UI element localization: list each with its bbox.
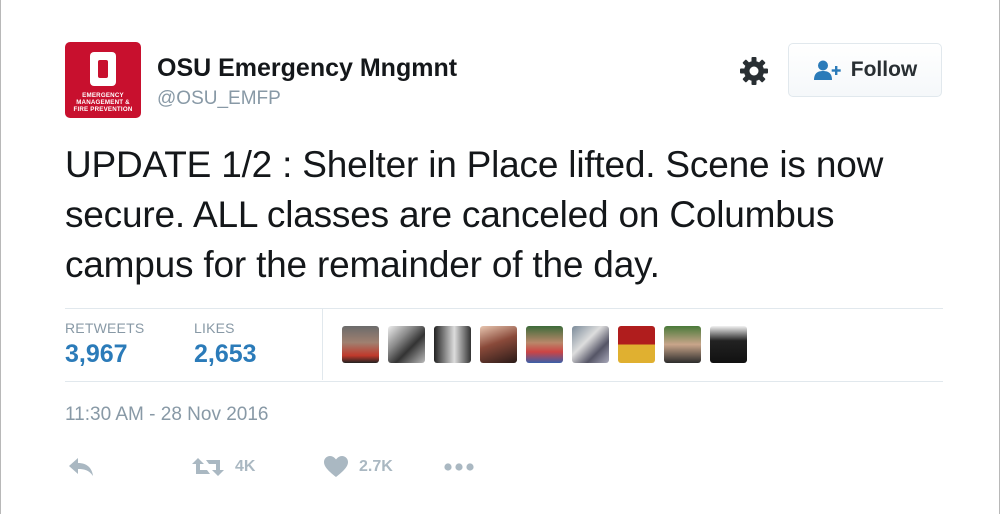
avatar-logo-text: EMERGENCY MANAGEMENT & FIRE PREVENTION	[73, 92, 133, 113]
likers-avatar-row	[342, 326, 747, 363]
retweets-count[interactable]: 3,967	[65, 340, 128, 369]
heart-icon	[324, 456, 348, 477]
retweets-label[interactable]: RETWEETS	[65, 320, 144, 336]
more-dots-icon	[444, 463, 474, 471]
stats-vertical-divider	[322, 309, 323, 380]
liker-avatar-8[interactable]	[664, 326, 701, 363]
liker-avatar-2[interactable]	[388, 326, 425, 363]
follow-button[interactable]: Follow	[788, 43, 942, 97]
follow-label: Follow	[850, 58, 918, 81]
tweet-text: UPDATE 1/2 : Shelter in Place lifted. Sc…	[65, 144, 884, 285]
like-button[interactable]: 2.7K	[323, 452, 393, 482]
block-o-logo	[90, 52, 116, 86]
stats-bottom-divider	[65, 381, 943, 382]
add-person-icon	[813, 60, 841, 80]
liker-avatar-5[interactable]	[526, 326, 563, 363]
retweet-icon	[192, 458, 224, 476]
likes-label[interactable]: LIKES	[194, 320, 235, 336]
account-avatar[interactable]: EMERGENCY MANAGEMENT & FIRE PREVENTION	[65, 42, 141, 118]
liker-avatar-3[interactable]	[434, 326, 471, 363]
gear-icon[interactable]	[738, 55, 770, 87]
account-handle[interactable]: @OSU_EMFP	[157, 88, 281, 110]
reply-button[interactable]	[67, 452, 95, 482]
liker-avatar-1[interactable]	[342, 326, 379, 363]
likes-count[interactable]: 2,653	[194, 340, 257, 369]
stats-top-divider	[65, 308, 943, 309]
liker-avatar-7[interactable]	[618, 326, 655, 363]
liker-avatar-6[interactable]	[572, 326, 609, 363]
retweet-button[interactable]: 4K	[191, 452, 255, 482]
tweet-card: EMERGENCY MANAGEMENT & FIRE PREVENTION O…	[0, 0, 1000, 514]
reply-icon	[69, 458, 93, 476]
more-button[interactable]	[443, 452, 475, 482]
liker-avatar-9[interactable]	[710, 326, 747, 363]
like-count: 2.7K	[359, 458, 393, 475]
liker-avatar-4[interactable]	[480, 326, 517, 363]
tweet-timestamp[interactable]: 11:30 AM - 28 Nov 2016	[65, 404, 269, 426]
retweet-count: 4K	[235, 458, 256, 475]
account-name[interactable]: OSU Emergency Mngmnt	[157, 54, 457, 83]
